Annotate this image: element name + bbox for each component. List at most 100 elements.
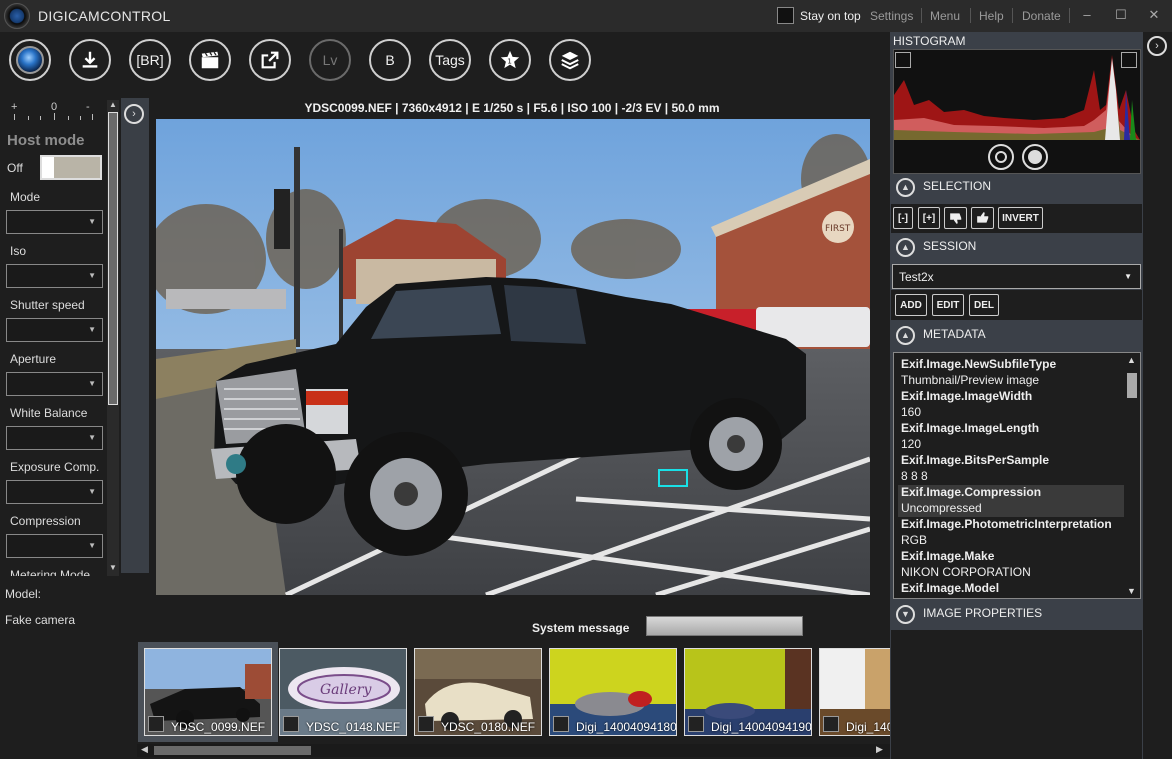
favorite-button[interactable]: 1 xyxy=(489,39,531,81)
metering-mode-label: Metering Mode xyxy=(10,568,91,576)
movie-button[interactable] xyxy=(189,39,231,81)
thumbnail-item[interactable]: Digi_14004094190 xyxy=(684,648,812,736)
metadata-key: Exif.Image.Compression xyxy=(898,485,1124,501)
reject-button[interactable] xyxy=(944,207,967,229)
ev-scale: + 0 - xyxy=(8,100,98,124)
deselect-button[interactable]: [-] xyxy=(893,207,913,229)
thumbnail-checkbox[interactable] xyxy=(553,716,569,732)
metadata-value: RGB xyxy=(901,533,928,547)
thumbnail-filename: YDSC_0099.NEF xyxy=(171,720,266,734)
scroll-right-icon[interactable]: ▶ xyxy=(876,744,883,755)
refresh-camera-button[interactable] xyxy=(1022,144,1048,170)
layers-icon xyxy=(561,51,579,70)
shutter-speed-select[interactable]: ▼ xyxy=(6,318,103,342)
menu-menu[interactable]: Menu xyxy=(930,9,960,23)
scroll-up-icon[interactable]: ▲ xyxy=(1127,355,1136,365)
select-all-button[interactable]: [+] xyxy=(918,207,940,229)
selection-section-header[interactable]: ▲ SELECTION xyxy=(894,176,1140,198)
stay-on-top-label[interactable]: Stay on top xyxy=(800,9,861,23)
white-balance-select[interactable]: ▼ xyxy=(6,426,103,450)
thumbnail-checkbox[interactable] xyxy=(688,716,704,732)
stay-on-top-checkbox[interactable] xyxy=(777,7,794,24)
download-button[interactable] xyxy=(69,39,111,81)
thumbnail-item[interactable]: YDSC_0099.NEF xyxy=(138,642,278,742)
metadata-value: 120 xyxy=(901,437,922,451)
histogram-right-marker[interactable] xyxy=(1121,52,1137,68)
iso-select[interactable]: ▼ xyxy=(6,264,103,288)
maximize-button[interactable]: ☐ xyxy=(1112,6,1130,24)
bracketing-button[interactable]: [BR] xyxy=(129,39,171,81)
building-sign-text: FIRST xyxy=(825,224,851,234)
chevron-up-icon[interactable]: ▲ xyxy=(896,238,915,257)
session-section-header[interactable]: ▲ SESSION xyxy=(894,236,1140,258)
scroll-thumb[interactable] xyxy=(108,112,118,405)
thumbnail-item[interactable]: Digi_14004094180 xyxy=(549,648,677,736)
aperture-select[interactable]: ▼ xyxy=(6,372,103,396)
metadata-section-header[interactable]: ▲ METADATA xyxy=(894,324,1140,346)
thumbnail-checkbox[interactable] xyxy=(823,716,839,732)
scroll-down-icon[interactable]: ▼ xyxy=(1127,586,1136,596)
edit-session-button[interactable]: EDIT xyxy=(932,294,964,316)
chevron-right-icon[interactable]: › xyxy=(124,104,144,124)
scroll-up-icon[interactable]: ▲ xyxy=(109,100,117,109)
right-panel-collapse-strip: › xyxy=(1143,32,1172,759)
preview-image[interactable]: FIRST xyxy=(156,119,870,595)
scroll-thumb[interactable] xyxy=(154,746,311,755)
open-external-button[interactable] xyxy=(249,39,291,81)
metadata-scrollbar[interactable]: ▲ ▼ xyxy=(1125,355,1139,596)
bulb-button[interactable]: B xyxy=(369,39,411,81)
histogram-title: HISTOGRAM xyxy=(893,34,966,48)
add-session-button[interactable]: ADD xyxy=(895,294,927,316)
invert-selection-button[interactable]: INVERT xyxy=(998,207,1043,229)
thumbnail-checkbox[interactable] xyxy=(283,716,299,732)
live-view-button[interactable]: Lv xyxy=(309,39,351,81)
mode-select[interactable]: ▼ xyxy=(6,210,103,234)
scroll-down-icon[interactable]: ▼ xyxy=(109,563,117,572)
clapperboard-icon xyxy=(201,51,219,69)
exposure-comp-select[interactable]: ▼ xyxy=(6,480,103,504)
delete-session-button[interactable]: DEL xyxy=(969,294,999,316)
close-button[interactable]: ✕ xyxy=(1145,6,1163,24)
capture-button[interactable] xyxy=(9,39,51,81)
menu-help[interactable]: Help xyxy=(979,9,1004,23)
chevron-down-icon: ▼ xyxy=(88,325,96,334)
like-button[interactable] xyxy=(971,207,994,229)
menu-settings[interactable]: Settings xyxy=(870,9,913,23)
image-properties-section-header[interactable]: ▼ IMAGE PROPERTIES xyxy=(894,603,1140,625)
metadata-list[interactable]: Exif.Image.NewSubfileType Thumbnail/Prev… xyxy=(893,352,1141,599)
thumbnail-item[interactable]: Digi_140 xyxy=(819,648,890,736)
session-select[interactable]: Test2x ▼ xyxy=(892,264,1141,289)
layers-button[interactable] xyxy=(549,39,591,81)
chevron-up-icon[interactable]: ▲ xyxy=(896,178,915,197)
thumbnail-scrollbar[interactable]: ◀ ▶ xyxy=(137,744,890,757)
histogram-left-marker[interactable] xyxy=(895,52,911,68)
chevron-down-icon: ▼ xyxy=(88,271,96,280)
crosshair-button[interactable] xyxy=(988,144,1014,170)
left-panel-scrollbar[interactable]: ▲ ▼ xyxy=(107,100,119,576)
menu-donate[interactable]: Donate xyxy=(1022,9,1061,23)
chevron-down-icon[interactable]: ▼ xyxy=(896,605,915,624)
chevron-down-icon: ▼ xyxy=(1124,272,1132,281)
system-message-label: System message xyxy=(532,621,630,635)
thumbnail-item[interactable]: YDSC_0180.NEF xyxy=(414,648,542,736)
metadata-key: Exif.Image.Make xyxy=(901,549,995,563)
scroll-left-icon[interactable]: ◀ xyxy=(141,744,148,755)
host-mode-toggle[interactable] xyxy=(40,155,102,180)
minimize-button[interactable]: – xyxy=(1078,6,1096,24)
svg-text:1: 1 xyxy=(507,57,512,66)
thumbnail-filename: YDSC_0148.NEF xyxy=(306,720,401,734)
menu-divider xyxy=(1069,8,1070,23)
histogram xyxy=(893,49,1141,174)
tags-button[interactable]: Tags xyxy=(429,39,471,81)
thumbnail-checkbox[interactable] xyxy=(418,716,434,732)
external-open-icon xyxy=(261,51,279,69)
scroll-thumb[interactable] xyxy=(1127,373,1137,398)
exposure-comp-label: Exposure Comp. xyxy=(10,460,100,474)
compression-select[interactable]: ▼ xyxy=(6,534,103,558)
chevron-up-icon[interactable]: ▲ xyxy=(896,326,915,345)
thumbnail-checkbox[interactable] xyxy=(148,716,164,732)
session-toolbar: ADD EDIT DEL xyxy=(891,290,1142,320)
focus-point-marker[interactable] xyxy=(658,469,688,487)
thumbnail-item[interactable]: Gallery YDSC_0148.NEF xyxy=(279,648,407,736)
chevron-right-icon[interactable]: › xyxy=(1147,36,1167,56)
